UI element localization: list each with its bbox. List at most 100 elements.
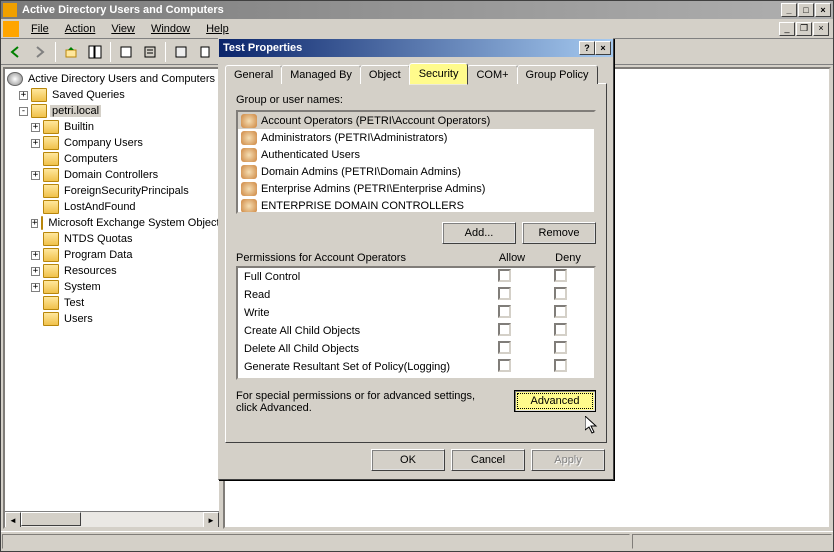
domain-icon <box>31 104 47 118</box>
tree-node-system[interactable]: +System <box>7 279 217 295</box>
folder-icon <box>43 312 59 326</box>
deny-checkbox[interactable] <box>554 287 567 300</box>
show-hide-button[interactable] <box>84 41 106 63</box>
cancel-button[interactable]: Cancel <box>451 449 525 471</box>
group-item[interactable]: Administrators (PETRI\Administrators) <box>238 129 594 146</box>
tree-node-program-data[interactable]: +Program Data <box>7 247 217 263</box>
group-item[interactable]: Authenticated Users <box>238 146 594 163</box>
allow-checkbox[interactable] <box>498 341 511 354</box>
deny-checkbox[interactable] <box>554 341 567 354</box>
deny-checkbox[interactable] <box>554 359 567 372</box>
tree-node-foreign-security[interactable]: ForeignSecurityPrincipals <box>7 183 217 199</box>
tab-strip: General Managed By Object Security COM+ … <box>225 63 607 84</box>
group-icon <box>241 131 257 145</box>
advanced-hint: For special permissions or for advanced … <box>236 390 514 414</box>
add-button[interactable]: Add... <box>442 222 516 244</box>
group-list[interactable]: Account Operators (PETRI\Account Operato… <box>236 110 596 214</box>
back-button[interactable] <box>5 41 27 63</box>
tab-managed-by[interactable]: Managed By <box>281 65 361 84</box>
apply-button[interactable]: Apply <box>531 449 605 471</box>
tree-node-company-users[interactable]: +Company Users <box>7 135 217 151</box>
tab-security[interactable]: Security <box>409 63 469 85</box>
menu-file[interactable]: File <box>23 21 57 37</box>
tab-group-policy[interactable]: Group Policy <box>517 65 598 84</box>
menu-help[interactable]: Help <box>198 21 237 37</box>
permission-row: Create All Child Objects <box>238 322 594 340</box>
tree-saved-queries[interactable]: + Saved Queries <box>7 87 217 103</box>
up-button[interactable] <box>60 41 82 63</box>
deny-column-header: Deny <box>540 252 596 264</box>
tree-node-users[interactable]: Users <box>7 311 217 327</box>
dialog-close-button[interactable]: × <box>595 41 611 55</box>
dialog-title: Test Properties <box>221 42 579 54</box>
refresh-button[interactable] <box>170 41 192 63</box>
folder-icon <box>43 232 59 246</box>
group-item[interactable]: Account Operators (PETRI\Account Operato… <box>238 112 594 129</box>
minimize-button[interactable]: _ <box>781 3 797 17</box>
maximize-button[interactable]: □ <box>798 3 814 17</box>
mdi-restore-button[interactable]: ❐ <box>796 22 812 36</box>
status-cell-2 <box>632 534 832 549</box>
tab-com-plus[interactable]: COM+ <box>467 65 517 84</box>
dialog-help-button[interactable]: ? <box>579 41 595 55</box>
group-item[interactable]: Enterprise Admins (PETRI\Enterprise Admi… <box>238 180 594 197</box>
statusbar <box>1 531 833 551</box>
allow-checkbox[interactable] <box>498 323 511 336</box>
permissions-list[interactable]: Full Control Read Write Create All Child… <box>236 266 596 380</box>
folder-icon <box>43 248 59 262</box>
expand-toggle[interactable]: + <box>19 91 28 100</box>
tree-node-lostandfound[interactable]: LostAndFound <box>7 199 217 215</box>
group-icon <box>241 165 257 179</box>
scroll-thumb[interactable] <box>21 512 81 526</box>
tree-node-exchange[interactable]: +Microsoft Exchange System Objects <box>7 215 217 231</box>
remove-button[interactable]: Remove <box>522 222 596 244</box>
tree-node-computers[interactable]: Computers <box>7 151 217 167</box>
dialog-titlebar[interactable]: Test Properties ? × <box>219 39 613 57</box>
tree-hscrollbar[interactable]: ◄ ► <box>5 511 219 527</box>
folder-icon <box>31 88 47 102</box>
tree-node-builtin[interactable]: +Builtin <box>7 119 217 135</box>
tree-domain[interactable]: - petri.local <box>7 103 217 119</box>
permission-row: Read <box>238 286 594 304</box>
allow-checkbox[interactable] <box>498 269 511 282</box>
tab-object[interactable]: Object <box>360 65 410 84</box>
permission-row: Delete All Child Objects <box>238 340 594 358</box>
tree-node-resources[interactable]: +Resources <box>7 263 217 279</box>
tree-root[interactable]: Active Directory Users and Computers <box>7 71 217 87</box>
allow-checkbox[interactable] <box>498 305 511 318</box>
menu-view[interactable]: View <box>103 21 143 37</box>
scroll-left-button[interactable]: ◄ <box>5 512 21 528</box>
allow-checkbox[interactable] <box>498 287 511 300</box>
allow-checkbox[interactable] <box>498 359 511 372</box>
deny-checkbox[interactable] <box>554 323 567 336</box>
advanced-button[interactable]: Advanced <box>514 390 596 412</box>
tree[interactable]: Active Directory Users and Computers + S… <box>5 69 219 329</box>
deny-checkbox[interactable] <box>554 305 567 318</box>
menu-window[interactable]: Window <box>143 21 198 37</box>
group-names-label: Group or user names: <box>236 94 596 106</box>
window-title: Active Directory Users and Computers <box>20 4 781 16</box>
tree-node-ntds[interactable]: NTDS Quotas <box>7 231 217 247</box>
export-button[interactable] <box>194 41 216 63</box>
mdi-minimize-button[interactable]: _ <box>779 22 795 36</box>
menubar: File Action View Window Help _ ❐ × <box>1 19 833 39</box>
scroll-right-button[interactable]: ► <box>203 512 219 528</box>
tree-node-test[interactable]: Test <box>7 295 217 311</box>
group-item[interactable]: Domain Admins (PETRI\Domain Admins) <box>238 163 594 180</box>
security-panel: Group or user names: Account Operators (… <box>225 83 607 443</box>
tab-general[interactable]: General <box>225 65 282 84</box>
group-item[interactable]: ENTERPRISE DOMAIN CONTROLLERS <box>238 197 594 214</box>
main-titlebar: Active Directory Users and Computers _ □… <box>1 1 833 19</box>
deny-checkbox[interactable] <box>554 269 567 282</box>
permission-row: Generate Resultant Set of Policy(Logging… <box>238 358 594 376</box>
ok-button[interactable]: OK <box>371 449 445 471</box>
collapse-toggle[interactable]: - <box>19 107 28 116</box>
properties-button[interactable] <box>139 41 161 63</box>
menu-action[interactable]: Action <box>57 21 104 37</box>
folder-icon <box>43 280 59 294</box>
close-button[interactable]: × <box>815 3 831 17</box>
mdi-close-button[interactable]: × <box>813 22 829 36</box>
cut-button[interactable] <box>115 41 137 63</box>
forward-button[interactable] <box>29 41 51 63</box>
tree-node-domain-controllers[interactable]: +Domain Controllers <box>7 167 217 183</box>
